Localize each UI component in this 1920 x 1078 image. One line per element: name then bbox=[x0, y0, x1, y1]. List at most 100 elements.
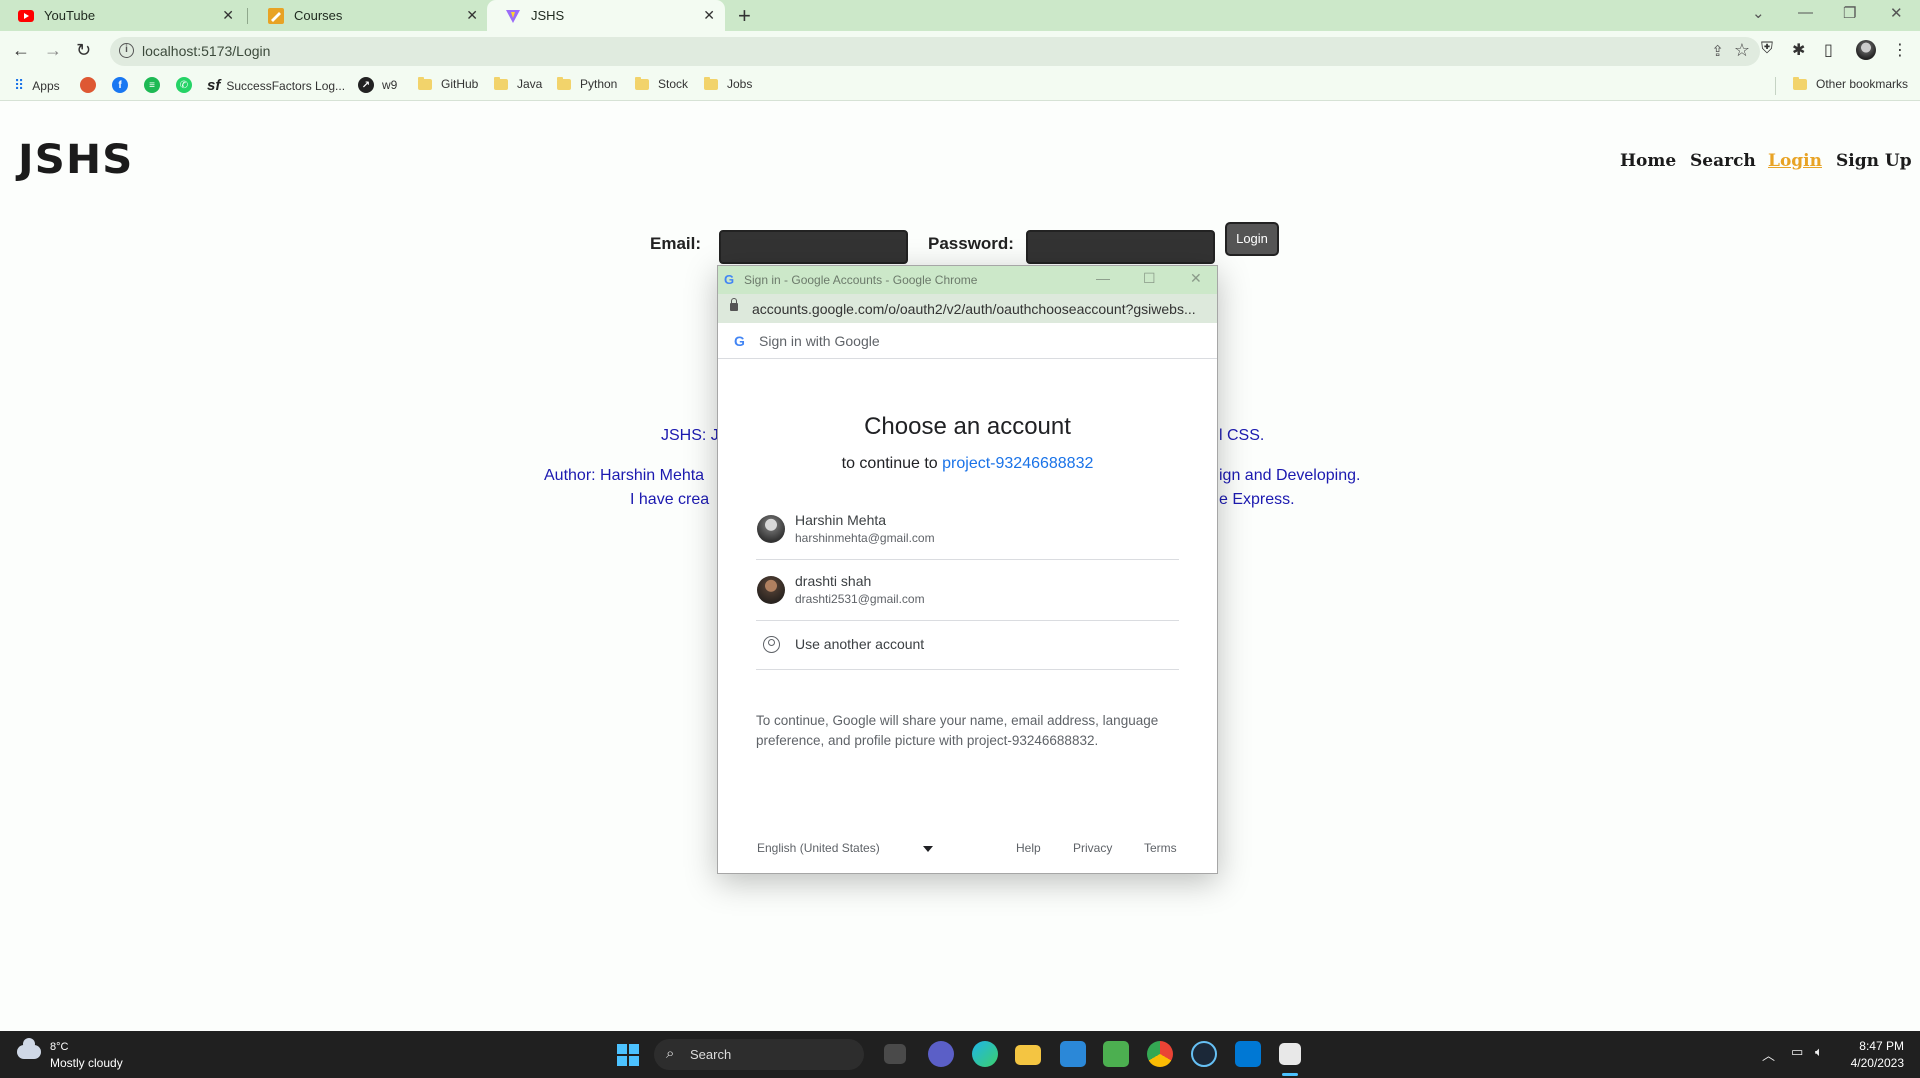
active-app-icon[interactable] bbox=[1279, 1043, 1301, 1065]
restore-icon[interactable]: ❐ bbox=[1843, 4, 1856, 22]
bookmark-successfactors[interactable]: sf SuccessFactors Log... bbox=[207, 77, 345, 94]
address-url[interactable]: localhost:5173/Login bbox=[142, 43, 270, 59]
minimize-icon[interactable]: — bbox=[1798, 4, 1813, 21]
language-select[interactable]: English (United States) bbox=[757, 841, 880, 855]
use-another-account-label: Use another account bbox=[795, 636, 925, 652]
password-label: Password: bbox=[928, 234, 1014, 253]
address-bar[interactable]: i localhost:5173/Login ⇪ ☆ bbox=[110, 37, 1760, 66]
tab-courses[interactable]: Courses ✕ bbox=[250, 0, 488, 31]
file-explorer-icon[interactable] bbox=[1015, 1045, 1041, 1065]
search-icon: ⌕ bbox=[666, 1045, 675, 1062]
tab-strip: YouTube ✕ Courses ✕ JSHS ✕ + ⌄ — ❐ ✕ bbox=[0, 0, 1920, 31]
privacy-link[interactable]: Privacy bbox=[1073, 841, 1112, 855]
tab-title: YouTube bbox=[44, 8, 96, 23]
edge-icon[interactable] bbox=[972, 1041, 998, 1067]
chevron-down-icon[interactable] bbox=[923, 846, 933, 852]
close-icon[interactable]: ✕ bbox=[222, 7, 234, 24]
bookmark-java[interactable]: Java bbox=[494, 76, 542, 91]
snipping-tool-icon[interactable] bbox=[1060, 1041, 1086, 1067]
extensions-puzzle-icon[interactable]: ✱ bbox=[1792, 40, 1805, 60]
bookmark-other[interactable]: Other bookmarks bbox=[1793, 76, 1908, 91]
tab-search-icon[interactable]: ⌄ bbox=[1752, 4, 1765, 22]
reload-icon[interactable]: ↻ bbox=[76, 40, 91, 61]
folder-icon bbox=[418, 76, 432, 90]
nav-search[interactable]: Search bbox=[1690, 151, 1756, 171]
close-icon[interactable]: ✕ bbox=[703, 7, 715, 24]
bookmark-duckduckgo[interactable] bbox=[80, 77, 104, 93]
login-button[interactable]: Login bbox=[1225, 222, 1279, 256]
steam-icon[interactable] bbox=[1191, 1041, 1217, 1067]
share-icon[interactable]: ⇪ bbox=[1711, 42, 1724, 60]
weather-cloud-icon[interactable] bbox=[17, 1038, 41, 1059]
apps-grid-icon: ⠿ bbox=[14, 77, 25, 93]
tab-youtube[interactable]: YouTube ✕ bbox=[0, 0, 244, 31]
email-field[interactable] bbox=[719, 230, 908, 264]
bookmark-whatsapp[interactable]: ✆ bbox=[176, 77, 200, 93]
close-icon[interactable]: ✕ bbox=[466, 7, 478, 24]
nav-signup[interactable]: Sign Up bbox=[1836, 151, 1912, 171]
weather-description[interactable]: Mostly cloudy bbox=[50, 1056, 123, 1070]
teams-icon[interactable] bbox=[928, 1041, 954, 1067]
person-circle-icon bbox=[763, 636, 780, 653]
new-tab-button[interactable]: + bbox=[738, 3, 751, 29]
terms-link[interactable]: Terms bbox=[1144, 841, 1177, 855]
folder-icon bbox=[1793, 76, 1807, 90]
network-icon[interactable]: ▭ bbox=[1791, 1044, 1803, 1060]
site-logo[interactable]: JSHS bbox=[18, 137, 133, 183]
active-indicator bbox=[1282, 1073, 1298, 1076]
profile-avatar[interactable] bbox=[1856, 40, 1876, 60]
taskbar-search[interactable]: ⌕ Search bbox=[654, 1039, 864, 1070]
folder-icon bbox=[494, 76, 508, 90]
avatar bbox=[757, 576, 785, 604]
chrome-icon[interactable] bbox=[1147, 1041, 1173, 1067]
nav-login[interactable]: Login bbox=[1768, 151, 1822, 171]
facebook-icon: f bbox=[112, 77, 128, 93]
weather-temperature[interactable]: 8°C bbox=[50, 1041, 68, 1053]
bookmark-stock[interactable]: Stock bbox=[635, 76, 688, 91]
account-list: Harshin Mehta harshinmehta@gmail.com dra… bbox=[717, 265, 1218, 874]
account-row-drashti[interactable]: drashti shah drashti2531@gmail.com bbox=[756, 560, 1179, 621]
w9-icon: ↗ bbox=[358, 77, 374, 93]
help-link[interactable]: Help bbox=[1016, 841, 1041, 855]
spotify-icon: ≡ bbox=[144, 77, 160, 93]
task-view-icon[interactable] bbox=[884, 1044, 906, 1064]
use-another-account-row[interactable]: Use another account bbox=[756, 621, 1179, 670]
tab-jshs[interactable]: JSHS ✕ bbox=[487, 0, 725, 31]
bookmark-star-icon[interactable]: ☆ bbox=[1734, 40, 1750, 61]
taskbar: 8°C Mostly cloudy ⌕ Search ︿ ▭ 🔈︎ 8:47 P… bbox=[0, 1031, 1920, 1078]
site-info-icon[interactable]: i bbox=[119, 43, 134, 58]
shield-extension-icon[interactable]: ⛨ bbox=[1761, 40, 1773, 58]
close-window-icon[interactable]: ✕ bbox=[1890, 4, 1903, 22]
nav-home[interactable]: Home bbox=[1620, 151, 1676, 171]
bookmark-jobs[interactable]: Jobs bbox=[704, 76, 752, 91]
account-row-harshin[interactable]: Harshin Mehta harshinmehta@gmail.com bbox=[756, 499, 1179, 560]
bookmark-apps[interactable]: ⠿ Apps bbox=[14, 77, 60, 94]
about-line-3-right: e Express. bbox=[1219, 491, 1295, 508]
bookmark-w9[interactable]: ↗ w9 bbox=[358, 77, 397, 93]
password-field[interactable] bbox=[1026, 230, 1215, 264]
clock-time[interactable]: 8:47 PM bbox=[1848, 1039, 1904, 1053]
avatar bbox=[757, 515, 785, 543]
folder-icon bbox=[635, 76, 649, 90]
back-icon[interactable]: ← bbox=[12, 40, 30, 61]
account-email: drashti2531@gmail.com bbox=[795, 592, 925, 606]
side-panel-icon[interactable]: ▯ bbox=[1824, 40, 1833, 60]
bookmark-github[interactable]: GitHub bbox=[418, 76, 478, 91]
account-name: drashti shah bbox=[795, 573, 872, 589]
menu-dots-icon[interactable]: ⋮ bbox=[1892, 40, 1908, 60]
bookmark-python[interactable]: Python bbox=[557, 76, 617, 91]
clock-date[interactable]: 4/20/2023 bbox=[1840, 1056, 1904, 1070]
vscode-icon[interactable] bbox=[1235, 1041, 1261, 1067]
start-button[interactable] bbox=[617, 1044, 639, 1066]
bookmarks-bar: ⠿ Apps f ≡ ✆ sf SuccessFactors Log... ↗ … bbox=[0, 71, 1920, 101]
forward-icon[interactable]: → bbox=[44, 40, 62, 61]
about-line-1-right: l CSS. bbox=[1219, 427, 1265, 444]
notepad-icon[interactable] bbox=[1103, 1041, 1129, 1067]
vite-icon bbox=[505, 8, 521, 24]
bookmark-spotify[interactable]: ≡ bbox=[144, 77, 168, 93]
volume-icon[interactable]: 🔈︎ bbox=[1815, 1044, 1823, 1060]
bookmark-divider bbox=[1775, 77, 1776, 95]
chevron-up-icon[interactable]: ︿ bbox=[1762, 1045, 1775, 1064]
successfactors-icon: sf bbox=[207, 77, 221, 94]
bookmark-facebook[interactable]: f bbox=[112, 77, 136, 93]
